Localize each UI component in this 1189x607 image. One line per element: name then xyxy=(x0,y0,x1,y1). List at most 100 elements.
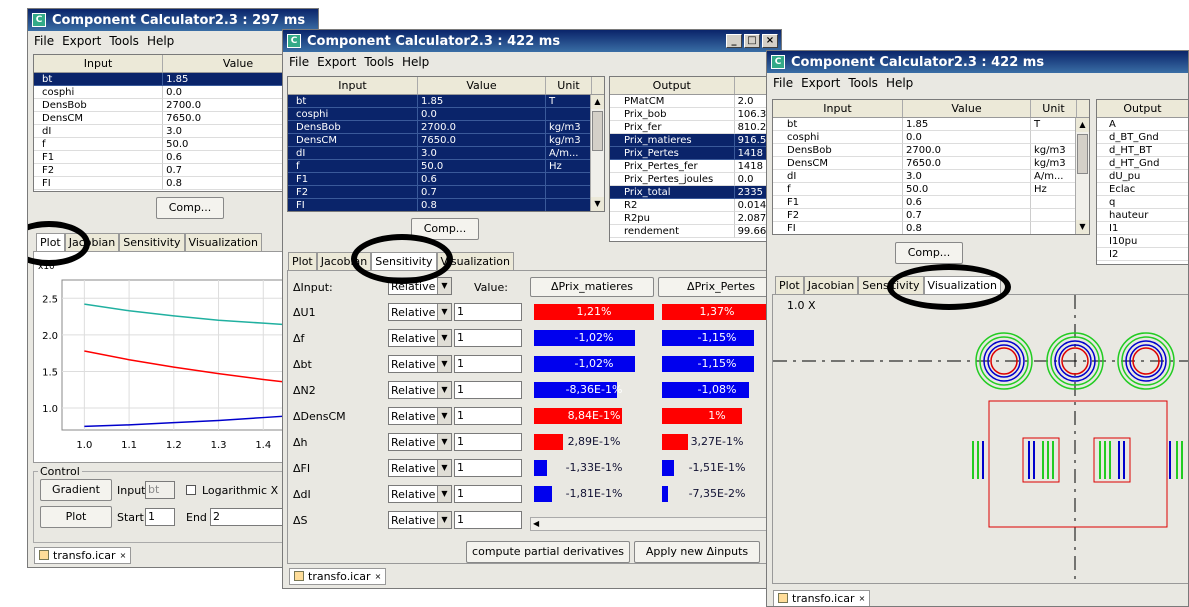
relative-select[interactable]: Relative ▼ xyxy=(388,381,452,399)
apply-button[interactable]: Apply new Δinputs xyxy=(634,541,760,563)
relative-select[interactable]: Relative ▼ xyxy=(388,355,452,373)
delta-value-field[interactable]: 1 xyxy=(454,355,522,373)
title-bar[interactable]: C Component Calculator2.3 : 422 ms xyxy=(767,51,1188,73)
delta-value-field[interactable]: 1 xyxy=(454,433,522,451)
table-row[interactable]: cosphi 0.0 xyxy=(34,86,314,99)
tab-plot[interactable]: Plot xyxy=(775,276,804,294)
table-row[interactable]: dI 3.0 xyxy=(34,125,314,138)
compute-button[interactable]: compute partial derivatives xyxy=(466,541,630,563)
delta-value-field[interactable]: 1 xyxy=(454,459,522,477)
relative-select[interactable]: Relative ▼ xyxy=(388,485,452,503)
table-row[interactable]: F1 0.6 xyxy=(288,173,604,186)
menu-export[interactable]: Export xyxy=(317,55,356,69)
visualization-panel[interactable]: 1.0 X xyxy=(772,294,1188,585)
output-table[interactable]: Output Ad_BT_Gnd d_HT_BT d_HT_Gnd dU_pu Ecla… xyxy=(1096,99,1188,265)
table-row[interactable]: DensCM 7650.0 xyxy=(34,112,314,125)
file-tab[interactable]: transfo.icar × xyxy=(289,567,387,585)
close-icon[interactable]: × xyxy=(120,551,127,560)
log-checkbox[interactable] xyxy=(186,485,196,495)
table-row[interactable]: DensBob 2700.0 kg/m3 xyxy=(773,144,1089,157)
table-row[interactable]: DensBob 2700.0 xyxy=(34,99,314,112)
table-row[interactable]: d_HT_Gnd xyxy=(1097,157,1188,170)
delta-value-field[interactable]: 1 xyxy=(454,511,522,529)
col-prix-pertes[interactable]: ΔPrix_Pertes xyxy=(658,277,781,297)
menu-help[interactable]: Help xyxy=(402,55,429,69)
table-row[interactable]: Prix_Pertes 1418 xyxy=(610,147,781,160)
col-input[interactable]: Input xyxy=(288,77,418,94)
relative-select[interactable]: Relative ▼ xyxy=(388,329,452,347)
table-row[interactable]: I10pu xyxy=(1097,235,1188,248)
table-row[interactable]: PMatCM 2.0 xyxy=(610,95,781,108)
menu-tools[interactable]: Tools xyxy=(364,55,394,69)
table-row[interactable]: bt 1.85 T xyxy=(773,118,1089,131)
table-row[interactable]: f 50.0 Hz xyxy=(288,160,604,173)
table-row[interactable]: Prix_bob 106.3 xyxy=(610,108,781,121)
horizontal-scrollbar[interactable]: ◀ xyxy=(530,517,781,531)
table-row[interactable]: f 50.0 Hz xyxy=(773,183,1089,196)
relative-select[interactable]: Relative ▼ xyxy=(388,511,452,529)
table-row[interactable]: R2 0.014 xyxy=(610,199,781,212)
close-icon[interactable]: × xyxy=(375,572,382,581)
table-row[interactable]: f 50.0 xyxy=(34,138,314,151)
table-row[interactable]: FI 0.8 xyxy=(773,222,1089,234)
table-row[interactable]: d_BT_Gnd xyxy=(1097,131,1188,144)
table-row[interactable]: F1 0.6 xyxy=(34,151,314,164)
start-field[interactable]: 1 xyxy=(145,508,175,526)
table-row[interactable]: dU_pu xyxy=(1097,170,1188,183)
table-row[interactable]: Eclac xyxy=(1097,183,1188,196)
table-row[interactable]: rendement 99.66 xyxy=(610,225,781,238)
input-field[interactable]: bt xyxy=(145,481,175,499)
table-row[interactable]: DensCM 7650.0 kg/m3 xyxy=(773,157,1089,170)
file-tab[interactable]: transfo.icar × xyxy=(34,546,132,564)
col-input[interactable]: Input xyxy=(773,100,903,117)
table-row[interactable]: dI 3.0 A/m... xyxy=(773,170,1089,183)
comp-button[interactable]: Comp... xyxy=(156,197,224,219)
menu-tools[interactable]: Tools xyxy=(109,34,139,48)
minimize-icon[interactable]: _ xyxy=(726,34,742,48)
menu-file[interactable]: File xyxy=(34,34,54,48)
input-table[interactable]: Input Value Unit bt 1.85 Tcosphi 0.0 DensBob… xyxy=(772,99,1090,235)
relative-select[interactable]: Relative ▼ xyxy=(388,303,452,321)
comp-button[interactable]: Comp... xyxy=(895,242,963,264)
table-row[interactable]: q xyxy=(1097,196,1188,209)
table-row[interactable]: F2 0.7 xyxy=(34,164,314,177)
col-value[interactable]: Value xyxy=(418,77,546,94)
gradient-button[interactable]: Gradient xyxy=(40,479,112,501)
table-row[interactable]: FI 0.8 xyxy=(288,199,604,211)
table-row[interactable]: DensCM 7650.0 kg/m3 xyxy=(288,134,604,147)
col-output[interactable]: Output xyxy=(1097,100,1188,117)
input-scrollbar[interactable]: ▲ ▼ xyxy=(590,95,604,211)
table-row[interactable]: R2pu 2.087 xyxy=(610,212,781,225)
close-icon[interactable]: × xyxy=(762,34,778,48)
tab-visualization[interactable]: Visualization xyxy=(184,233,263,251)
table-row[interactable]: hauteur xyxy=(1097,209,1188,222)
input-table[interactable]: Input Value bt 1.85 cosphi 0.0 DensBob 2700.0… xyxy=(33,54,315,192)
table-row[interactable]: d_HT_BT xyxy=(1097,144,1188,157)
table-row[interactable]: Prix_total 2335 xyxy=(610,186,781,199)
table-row[interactable]: dI 3.0 A/m... xyxy=(288,147,604,160)
table-row[interactable]: F2 0.7 xyxy=(773,209,1089,222)
delta-value-field[interactable]: 1 xyxy=(454,381,522,399)
delta-value-field[interactable]: 1 xyxy=(454,329,522,347)
input-scrollbar[interactable]: ▲ ▼ xyxy=(1075,118,1089,234)
delta-value-field[interactable]: 1 xyxy=(454,485,522,503)
maximize-icon[interactable]: □ xyxy=(744,34,760,48)
title-bar[interactable]: C Component Calculator2.3 : 422 ms _ □ × xyxy=(283,30,781,52)
table-row[interactable]: I1 xyxy=(1097,222,1188,235)
menu-file[interactable]: File xyxy=(289,55,309,69)
menu-export[interactable]: Export xyxy=(801,76,840,90)
relative-select[interactable]: Relative ▼ xyxy=(388,407,452,425)
table-row[interactable]: bt 1.85 xyxy=(34,73,314,86)
table-row[interactable]: Prix_fer 810.2 xyxy=(610,121,781,134)
table-row[interactable]: DensBob 2700.0 kg/m3 xyxy=(288,121,604,134)
table-row[interactable]: bt 1.85 T xyxy=(288,95,604,108)
relative-select[interactable]: Relative ▼ xyxy=(388,459,452,477)
table-row[interactable]: I2 xyxy=(1097,248,1188,261)
col-input[interactable]: Input xyxy=(34,55,164,72)
delta-value-field[interactable]: 1 xyxy=(454,407,522,425)
menu-help[interactable]: Help xyxy=(147,34,174,48)
file-tab[interactable]: transfo.icar × xyxy=(773,589,871,606)
tab-plot[interactable]: Plot xyxy=(288,252,317,270)
output-table[interactable]: Output PMatCM 2.0 Prix_bob 106.3 Prix_fer 810… xyxy=(609,76,781,242)
menu-file[interactable]: File xyxy=(773,76,793,90)
